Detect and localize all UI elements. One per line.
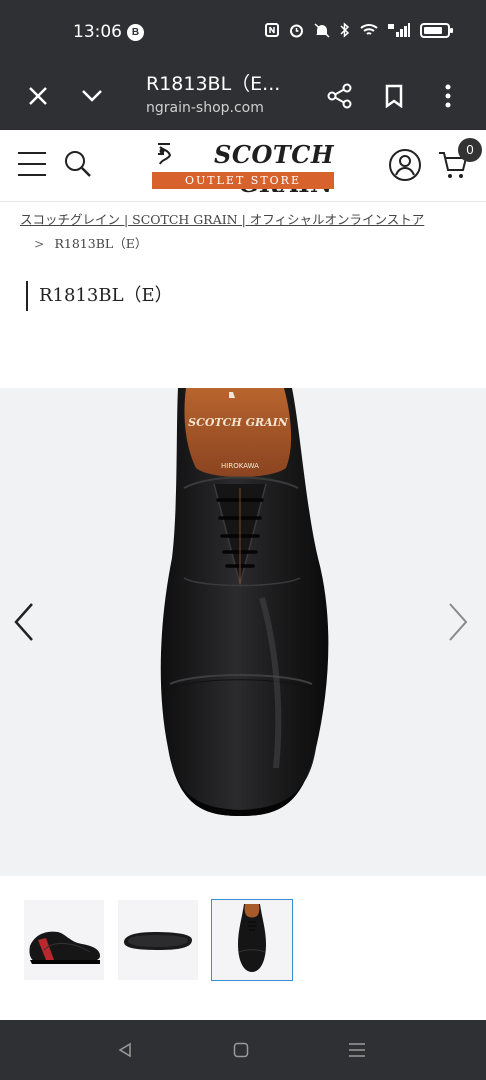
breadcrumb-current: R1813BL（E） (54, 236, 148, 251)
breadcrumb-home-link[interactable]: スコッチグレイン | SCOTCH GRAIN | オフィシャルオンラインストア (20, 212, 424, 227)
thumbnail-3[interactable] (211, 899, 293, 981)
shoe-top-view-image: SCOTCH GRAIN HIROKAWA (160, 388, 329, 816)
thumbnail-1[interactable] (24, 900, 104, 980)
bookmark-icon (385, 84, 403, 108)
brand-name: SCOTCH GRAIN (214, 140, 334, 198)
outlet-store-label: OUTLET STORE (152, 172, 334, 189)
close-tab-button[interactable] (20, 78, 56, 114)
share-icon (327, 83, 352, 109)
shoe-sole-thumbnail-icon (124, 932, 192, 950)
share-button[interactable] (322, 78, 358, 114)
signal-icon (388, 23, 410, 37)
wifi-icon (360, 24, 378, 35)
insole-brand-text: SCOTCH GRAIN (188, 416, 289, 429)
more-vertical-icon (445, 84, 451, 108)
recents-menu-icon (349, 1043, 365, 1057)
page-tab-title: R1813BL（E... (146, 73, 281, 95)
more-options-button[interactable] (430, 78, 466, 114)
status-bar: 13:06 B (0, 0, 486, 60)
site-header: SCOTCH GRAIN OUTLET STORE 0 (0, 130, 486, 202)
minimize-button[interactable] (74, 78, 110, 114)
mute-icon (314, 22, 330, 38)
menu-line (18, 152, 46, 154)
shoe-top-thumbnail-icon (238, 904, 266, 972)
thumbnail-2[interactable] (118, 900, 198, 980)
menu-line (18, 174, 46, 176)
status-icons (265, 22, 453, 38)
product-main-image[interactable]: SCOTCH GRAIN HIROKAWA (0, 388, 486, 876)
home-square-icon (233, 1042, 249, 1058)
breadcrumb: スコッチグレイン | SCOTCH GRAIN | オフィシャルオンラインストア… (20, 208, 470, 256)
notification-badge-icon: B (127, 24, 144, 41)
search-icon[interactable] (63, 149, 93, 179)
recents-button[interactable] (342, 1036, 372, 1064)
back-button[interactable] (110, 1036, 140, 1064)
bluetooth-icon (340, 22, 350, 38)
page-title: R1813BL（E） (26, 281, 173, 311)
bookmark-button[interactable] (376, 78, 412, 114)
alarm-icon (290, 24, 303, 37)
menu-button[interactable] (18, 152, 46, 176)
thumbnail-strip (24, 899, 293, 981)
nfc-icon (265, 23, 279, 37)
close-icon (29, 87, 47, 105)
account-icon[interactable] (388, 148, 422, 182)
back-triangle-icon (118, 1042, 131, 1058)
browser-toolbar: R1813BL（E... ngrain-shop.com (0, 60, 486, 130)
system-navigation-bar (0, 1020, 486, 1080)
menu-line (18, 163, 46, 165)
cart-count-badge: 0 (458, 138, 482, 162)
gallery-next-button[interactable] (440, 600, 474, 644)
chevron-down-icon (82, 90, 102, 102)
breadcrumb-separator: > (34, 236, 45, 251)
status-time: 13:06 (73, 22, 122, 42)
insole-maker-text: HIROKAWA (221, 462, 259, 470)
battery-icon (420, 22, 453, 38)
site-logo[interactable]: SCOTCH GRAIN OUTLET STORE (152, 140, 334, 198)
page-url[interactable]: ngrain-shop.com (146, 100, 264, 116)
gallery-prev-button[interactable] (8, 600, 42, 644)
home-button[interactable] (226, 1036, 256, 1064)
shoe-side-thumbnail-icon (29, 931, 101, 964)
